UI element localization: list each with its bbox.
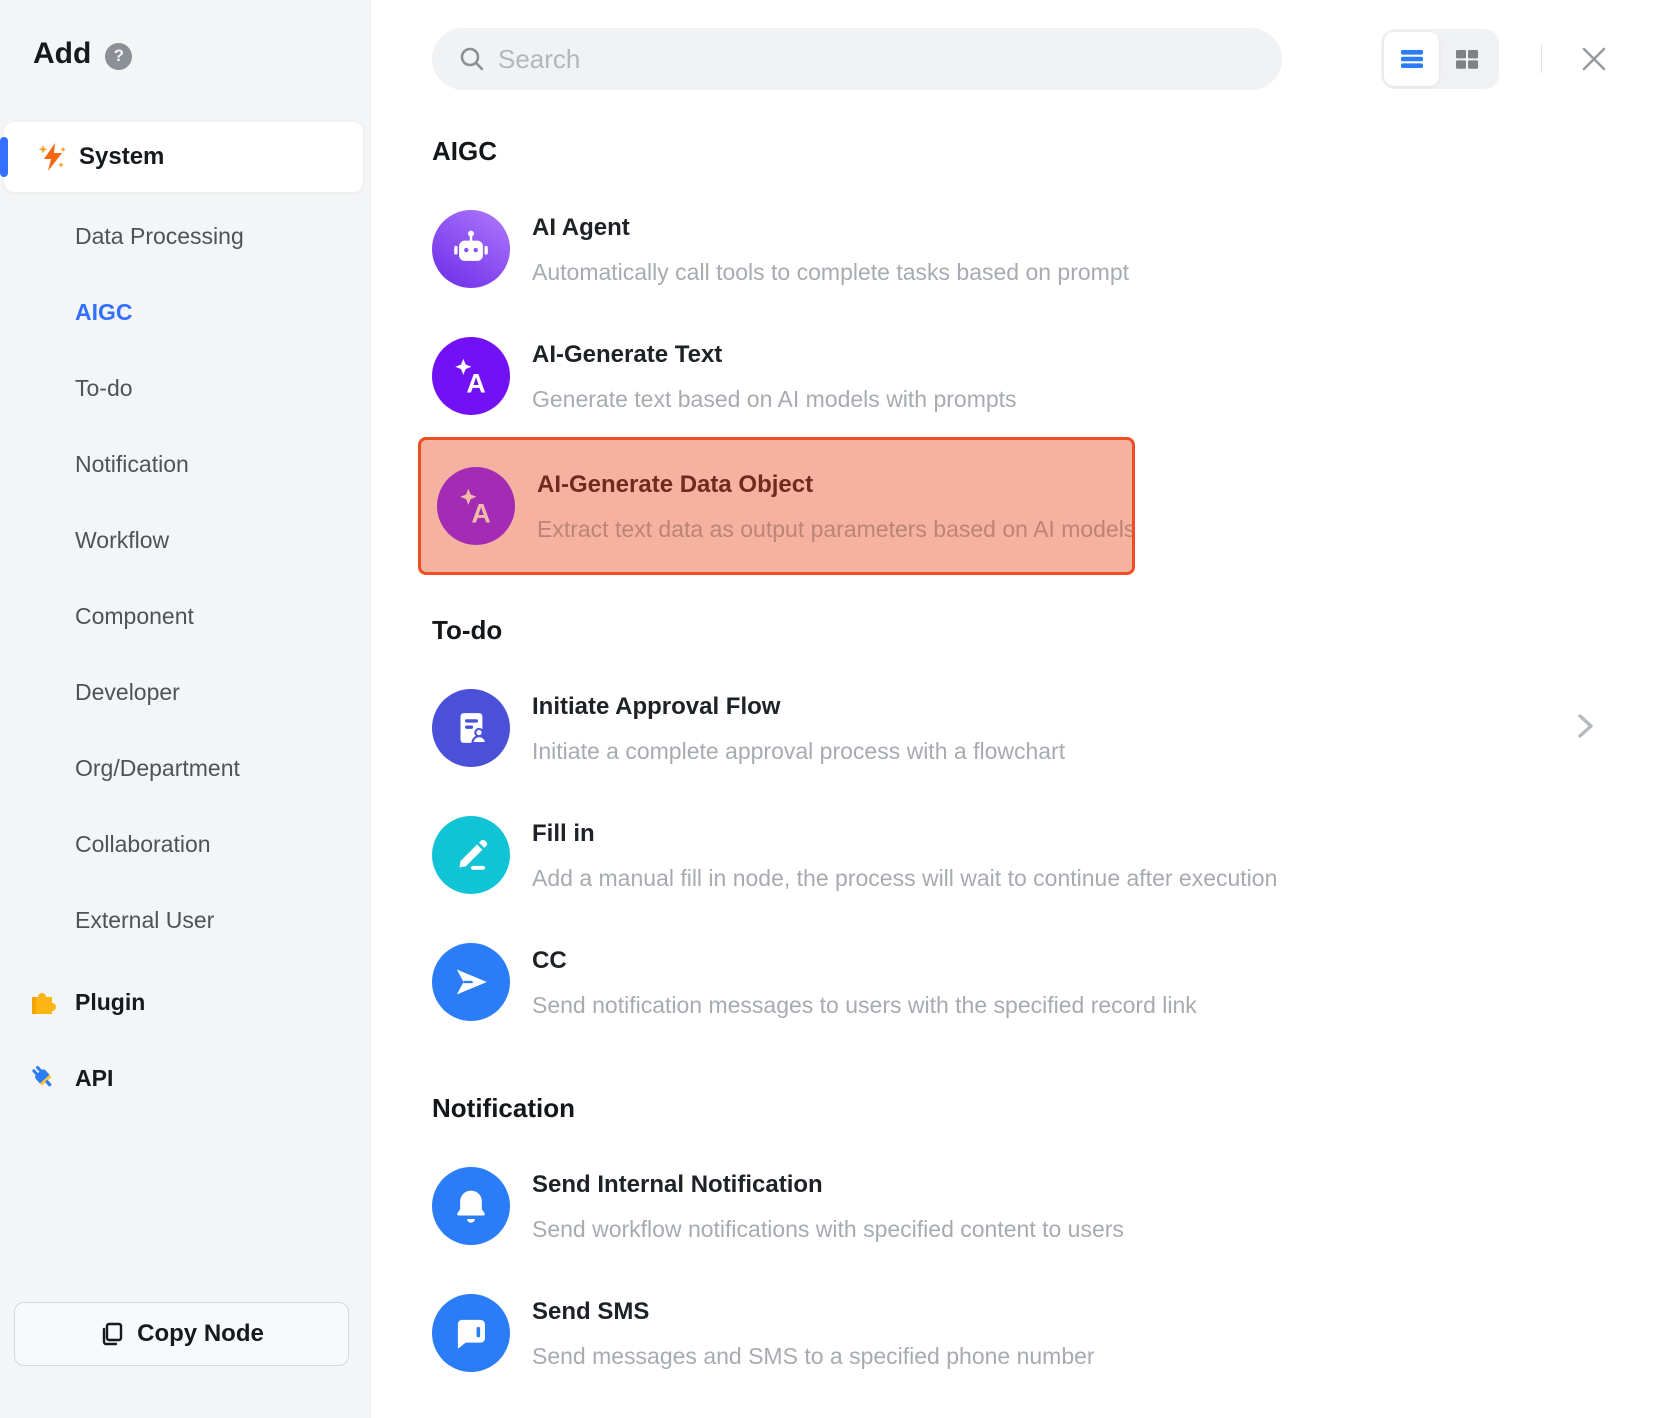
node-title: Initiate Approval Flow (532, 693, 1065, 721)
sidebar-header: Add ? (0, 0, 370, 72)
node-desc: Generate text based on AI models with pr… (532, 386, 1017, 412)
node-item-initiate-approval-flow[interactable]: Initiate Approval Flow Initiate a comple… (432, 689, 1654, 767)
node-title: AI-Generate Text (532, 341, 1017, 369)
node-title: Send Internal Notification (532, 1171, 1124, 1199)
topbar-divider (1541, 45, 1542, 73)
help-icon[interactable]: ? (105, 43, 132, 70)
close-button[interactable] (1574, 39, 1614, 79)
sidebar-item-workflow[interactable]: Workflow (0, 502, 370, 578)
svg-text:A: A (466, 368, 485, 398)
sidebar-item-aigc[interactable]: AIGC (0, 274, 370, 350)
section-header-todo: To-do (432, 615, 1654, 645)
section-header-notification: Notification (432, 1093, 1654, 1123)
approval-doc-icon (432, 689, 510, 767)
node-title: Send SMS (532, 1298, 1095, 1326)
bell-icon (432, 1167, 510, 1245)
sidebar-item-todo[interactable]: To-do (0, 350, 370, 426)
highlight-box: A AI-Generate Data Object Extract text d… (418, 437, 1135, 575)
list-view-icon (1399, 47, 1425, 71)
node-desc: Automatically call tools to complete tas… (532, 259, 1129, 285)
node-item-send-sms[interactable]: Send SMS Send messages and SMS to a spec… (432, 1294, 1654, 1372)
sidebar-nav: Data Processing AIGC To-do Notification … (0, 198, 370, 1116)
node-item-ai-agent[interactable]: AI Agent Automatically call tools to com… (432, 210, 1654, 288)
sidebar-item-org-department[interactable]: Org/Department (0, 730, 370, 806)
robot-icon (432, 210, 510, 288)
chat-bubble-icon (432, 1294, 510, 1372)
sidebar-item-label: API (75, 1065, 113, 1092)
close-icon (1578, 43, 1610, 75)
grid-view-toggle[interactable] (1439, 32, 1494, 86)
main-panel: AIGC AI Agent Automatically call tools t… (371, 0, 1654, 1418)
grid-view-icon (1454, 47, 1480, 71)
node-title: AI-Generate Data Object (537, 471, 1132, 499)
sidebar-item-label: System (79, 143, 164, 171)
sidebar: Add ? System Data Processing AIGC To-do … (0, 0, 371, 1418)
node-desc: Extract text data as output parameters b… (537, 516, 1132, 542)
sidebar-item-component[interactable]: Component (0, 578, 370, 654)
active-indicator-bar (0, 137, 8, 177)
node-title: AI Agent (532, 214, 1129, 242)
search-input[interactable] (498, 44, 1282, 75)
node-item-ai-generate-text[interactable]: A AI-Generate Text Generate text based o… (432, 337, 1654, 415)
node-desc: Send messages and SMS to a specified pho… (532, 1343, 1095, 1369)
topbar (371, 0, 1654, 90)
search-icon (458, 45, 486, 73)
node-list: AIGC AI Agent Automatically call tools t… (371, 136, 1654, 1372)
sidebar-item-developer[interactable]: Developer (0, 654, 370, 730)
node-desc: Send notification messages to users with… (532, 992, 1197, 1018)
list-view-toggle[interactable] (1384, 32, 1439, 86)
search-bar[interactable] (432, 28, 1282, 90)
view-toggle (1381, 29, 1499, 89)
node-item-send-internal-notification[interactable]: Send Internal Notification Send workflow… (432, 1167, 1654, 1245)
send-icon (432, 943, 510, 1021)
sidebar-item-external-user[interactable]: External User (0, 882, 370, 958)
ai-sparkle-icon: A (432, 337, 510, 415)
node-item-fill-in[interactable]: Fill in Add a manual fill in node, the p… (432, 816, 1654, 894)
spark-bolt-icon (36, 140, 70, 174)
copy-node-button[interactable]: Copy Node (14, 1302, 349, 1366)
svg-text:A: A (471, 498, 490, 528)
node-desc: Initiate a complete approval process wit… (532, 738, 1065, 764)
sidebar-item-notification[interactable]: Notification (0, 426, 370, 502)
node-title: Fill in (532, 820, 1277, 848)
copy-node-label: Copy Node (137, 1320, 264, 1348)
node-item-cc[interactable]: CC Send notification messages to users w… (432, 943, 1654, 1021)
node-title: CC (532, 947, 1197, 975)
sidebar-item-system[interactable]: System (4, 122, 363, 192)
sidebar-item-plugin[interactable]: Plugin (0, 964, 370, 1040)
pencil-icon (432, 816, 510, 894)
puzzle-icon (27, 986, 59, 1018)
chevron-right-icon[interactable] (1570, 711, 1600, 741)
node-item-ai-generate-data-object[interactable]: A AI-Generate Data Object Extract text d… (437, 467, 1132, 545)
sidebar-item-label: Plugin (75, 989, 145, 1016)
copy-icon (99, 1321, 125, 1347)
sidebar-item-collaboration[interactable]: Collaboration (0, 806, 370, 882)
ai-sparkle-icon: A (437, 467, 515, 545)
sidebar-item-data-processing[interactable]: Data Processing (0, 198, 370, 274)
plug-icon (27, 1062, 59, 1094)
page-title: Add (33, 37, 91, 71)
sidebar-item-api[interactable]: API (0, 1040, 370, 1116)
node-desc: Add a manual fill in node, the process w… (532, 865, 1277, 891)
section-header-aigc: AIGC (432, 136, 1654, 166)
node-desc: Send workflow notifications with specifi… (532, 1216, 1124, 1242)
